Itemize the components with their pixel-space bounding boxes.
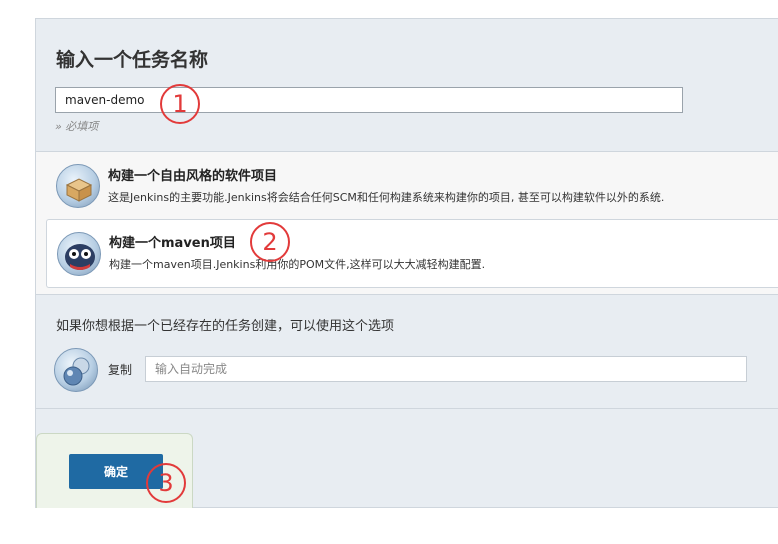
required-hint: » 必填项 (55, 120, 99, 133)
copy-spheres-icon (54, 348, 98, 392)
new-item-page: 输入一个任务名称 » 必填项 构建一个自由风格的软件项目 这是Jenkins的主… (0, 0, 778, 544)
item-type-maven[interactable]: 构建一个maven项目 构建一个maven项目.Jenkins利用你的POM文件… (46, 219, 778, 288)
copy-label: 复制 (108, 363, 133, 377)
freestyle-title: 构建一个自由风格的软件项目 (108, 169, 278, 184)
copy-hint: 如果你想根据一个已经存在的任务创建，可以使用这个选项 (56, 319, 395, 334)
item-type-freestyle[interactable]: 构建一个自由风格的软件项目 这是Jenkins的主要功能.Jenkins将会结合… (46, 152, 778, 221)
item-name-section: 输入一个任务名称 » 必填项 (35, 18, 778, 152)
maven-description: 构建一个maven项目.Jenkins利用你的POM文件,这样可以大大减轻构建配… (109, 258, 486, 271)
item-type-list: 构建一个自由风格的软件项目 这是Jenkins的主要功能.Jenkins将会结合… (35, 152, 778, 294)
maven-owl-icon (57, 232, 101, 276)
freestyle-description: 这是Jenkins的主要功能.Jenkins将会结合任何SCM和任何构建系统来构… (108, 191, 665, 204)
footer-section: 确定 (35, 409, 778, 508)
annotation-marker-1: 1 (160, 84, 200, 124)
page-title: 输入一个任务名称 (56, 49, 209, 71)
maven-title: 构建一个maven项目 (109, 236, 236, 251)
annotation-marker-2: 2 (250, 222, 290, 262)
freestyle-box-icon (56, 164, 100, 208)
item-name-input[interactable] (55, 87, 683, 113)
copy-from-section: 如果你想根据一个已经存在的任务创建，可以使用这个选项 复制 (35, 294, 778, 409)
annotation-marker-3: 3 (146, 463, 186, 503)
copy-from-input[interactable] (145, 356, 747, 382)
